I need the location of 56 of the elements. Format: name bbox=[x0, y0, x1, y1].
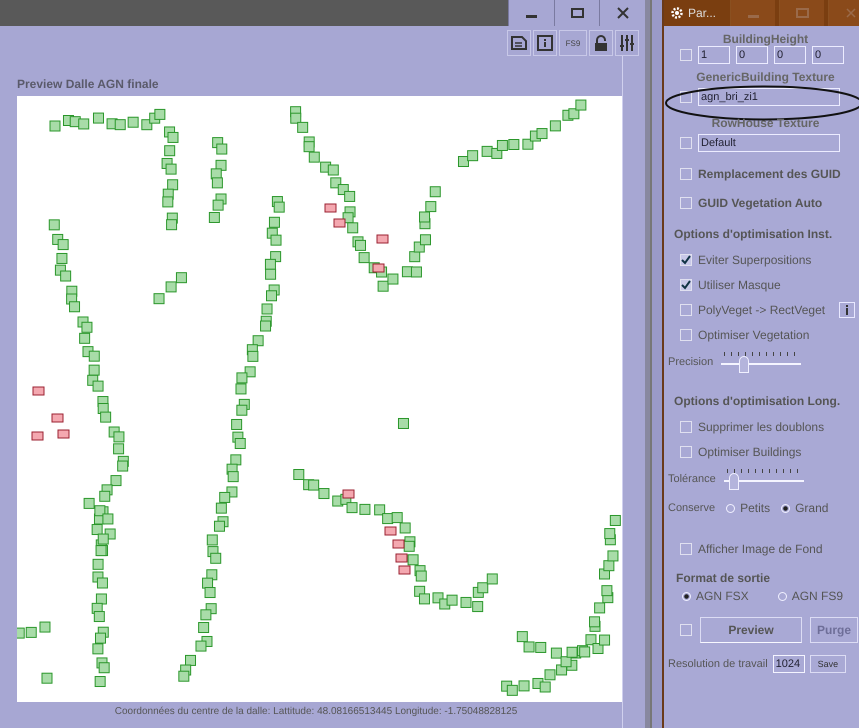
field-label: BuildingHeight bbox=[722, 32, 810, 46]
field-label: RowHouse Texture bbox=[710, 116, 820, 130]
section-heading: Format de sortie bbox=[676, 571, 772, 585]
radio-button[interactable] bbox=[726, 504, 736, 512]
section-heading: Options d'optimisation Inst. bbox=[674, 227, 834, 241]
fs9-button[interactable]: FS9 bbox=[559, 30, 587, 56]
section-heading: Options d'optimisation Long. bbox=[674, 394, 842, 408]
save-button[interactable]: Save bbox=[810, 655, 846, 673]
radio-label: AGN FSX bbox=[696, 589, 749, 603]
radio-group-label: Conserve bbox=[668, 502, 716, 514]
option-label: Remplacement des GUID bbox=[698, 167, 841, 181]
option-label: Afficher Image de Fond bbox=[698, 542, 823, 556]
document-icon[interactable] bbox=[507, 30, 531, 56]
height-field[interactable]: 0 bbox=[736, 46, 768, 64]
texture-field[interactable]: agn_bri_zi1 bbox=[698, 88, 840, 106]
coordinates-status: Coordonnées du centre de la dalle: Lattitude: 48.08166513445 Longitude: -1.75048828125 bbox=[114, 705, 518, 717]
checkbox[interactable] bbox=[680, 254, 692, 266]
radio-label: Petits bbox=[740, 501, 770, 515]
height-field[interactable]: 0 bbox=[812, 46, 844, 64]
equalizer-icon[interactable] bbox=[615, 30, 639, 56]
height-field[interactable]: 1 bbox=[698, 46, 730, 64]
radio-label: Grand bbox=[795, 501, 828, 515]
slider[interactable] bbox=[724, 467, 804, 491]
option-label: Eviter Superpositions bbox=[698, 252, 812, 266]
option-label: Optimiser Buildings bbox=[698, 444, 802, 458]
lock-icon[interactable] bbox=[589, 30, 613, 56]
resolution-field[interactable]: 1024 bbox=[772, 655, 805, 673]
slider-label: Precision bbox=[668, 356, 714, 368]
checkbox[interactable] bbox=[680, 278, 692, 290]
radio-button[interactable] bbox=[781, 504, 790, 512]
resolution-label: Resolution de travail bbox=[668, 658, 768, 670]
info-icon[interactable] bbox=[533, 30, 557, 56]
minimize-button[interactable] bbox=[508, 0, 554, 26]
radio-label: AGN FS9 bbox=[792, 589, 844, 603]
preview-title: Preview Dalle AGN finale bbox=[16, 76, 160, 93]
option-label: Utiliser Masque bbox=[698, 278, 781, 292]
close-icon bbox=[616, 7, 629, 19]
slider-label: Tolérance bbox=[668, 473, 716, 485]
close-icon bbox=[846, 8, 856, 18]
slider-thumb[interactable] bbox=[738, 356, 749, 373]
radio-button[interactable] bbox=[778, 592, 787, 600]
option-label: GUID Vegetation Auto bbox=[698, 196, 822, 210]
panel-title: Par... bbox=[688, 6, 718, 20]
close-button[interactable] bbox=[599, 0, 646, 26]
maximize-button[interactable] bbox=[554, 0, 600, 26]
option-label: Supprimer les doublons bbox=[698, 420, 824, 434]
option-label: PolyVeget -> RectVeget bbox=[698, 302, 826, 316]
slider-thumb[interactable] bbox=[729, 473, 740, 490]
radio-button[interactable] bbox=[682, 592, 691, 600]
slider[interactable] bbox=[721, 350, 802, 374]
texture-field[interactable]: Default bbox=[698, 134, 840, 152]
option-label: Optimiser Vegetation bbox=[698, 328, 810, 342]
info-icon[interactable] bbox=[839, 302, 856, 318]
settings-icon bbox=[670, 6, 684, 20]
height-field[interactable]: 0 bbox=[774, 46, 806, 64]
field-label: GenericBuilding Texture bbox=[695, 70, 836, 84]
